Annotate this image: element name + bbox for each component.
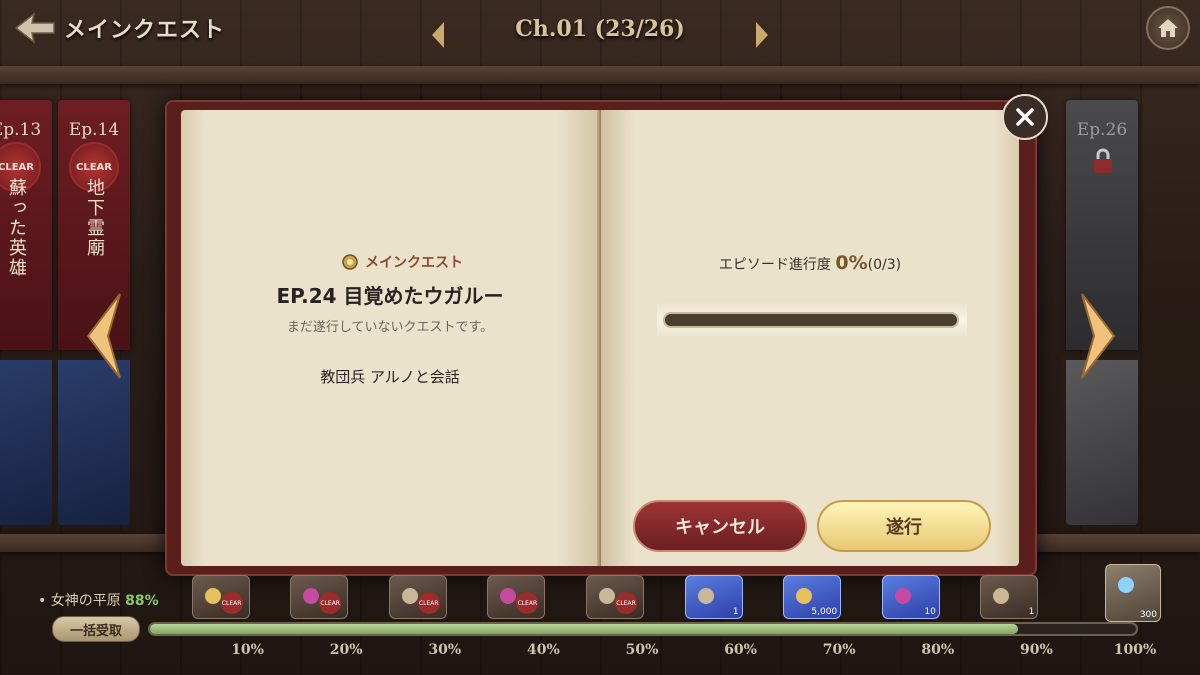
reward-gold[interactable]: 5,000 (783, 575, 842, 619)
quest-dialog: メインクエスト EP.24 目覚めたウガルー まだ遂行していないクエストです。 … (165, 100, 1037, 576)
book-ep13[interactable]: Ep.13 CLEAR 蘇った英雄 (0, 100, 52, 350)
reward-item[interactable]: 1 (980, 575, 1039, 619)
close-button[interactable] (1002, 94, 1048, 140)
reward-gold[interactable]: CLEAR (191, 575, 250, 619)
coin-icon (401, 588, 418, 604)
prev-episode-icon[interactable] (84, 292, 124, 380)
episode-title: EP.24 目覚めたウガルー (276, 284, 504, 308)
region-percent: 88% (125, 593, 159, 609)
home-button[interactable] (1146, 6, 1190, 50)
next-chapter-icon[interactable] (752, 20, 772, 50)
episode-progress (657, 302, 967, 338)
potion-icon (303, 588, 320, 604)
reward-count: 1 (732, 607, 739, 617)
region-name: 女神の平原 (50, 593, 121, 609)
book-ep-label: Ep.14 (68, 120, 120, 140)
next-episode-icon[interactable] (1078, 292, 1118, 380)
progress-percent: 0% (835, 252, 868, 274)
cancel-button[interactable]: キャンセル (633, 500, 807, 552)
gold-icon (796, 588, 813, 604)
region-progress: • 女神の平原 88% (38, 593, 159, 609)
quest-type-tag: メインクエスト (341, 252, 463, 272)
close-icon (1016, 108, 1034, 126)
tick-label: 90% (1019, 642, 1053, 658)
item-icon (599, 588, 615, 604)
tick-label: 70% (822, 642, 856, 658)
reward-count: 1 (1028, 607, 1035, 617)
gold-icon (204, 588, 221, 604)
tick-label: 80% (921, 642, 955, 658)
right-page: エピソード進行度 0%(0/3) キャンセル 遂行 (601, 110, 1019, 566)
reward-potion[interactable]: 10 (881, 575, 940, 619)
tick-label: 20% (329, 642, 363, 658)
book-ep-label: Ep.26 (1076, 120, 1128, 140)
progress-caption: エピソード進行度 (718, 257, 831, 273)
book-title: 蘇った英雄 (6, 178, 27, 278)
quest-emblem-icon (342, 254, 358, 270)
left-page: メインクエスト EP.24 目覚めたウガルー まだ遂行していないクエストです。 … (181, 110, 599, 566)
reward-crystal[interactable]: 1 (684, 575, 743, 619)
crystal-icon (697, 588, 714, 604)
progress-count: (0/3) (867, 257, 902, 273)
tick-label: 40% (526, 642, 560, 658)
reward-count: 10 (924, 607, 936, 617)
reward-count: 300 (1139, 610, 1157, 620)
episode-progress-label: エピソード進行度 0%(0/3) (601, 252, 1019, 274)
book-ep-label: Ep.13 (0, 120, 42, 140)
home-icon (1158, 19, 1178, 37)
potion-icon (500, 588, 517, 604)
region-progress-fill (150, 624, 1018, 634)
reward-potion[interactable]: CLEAR (290, 575, 349, 619)
reward-count: 5,000 (811, 607, 838, 617)
reward-coin[interactable]: CLEAR (388, 575, 447, 619)
book-cover (58, 360, 130, 525)
back-button[interactable]: メインクエスト (14, 10, 225, 46)
tick-label: 60% (724, 642, 757, 658)
reward-item[interactable]: CLEAR (586, 575, 644, 619)
chapter-title: Ch.01 (23/26) (515, 16, 685, 42)
quest-type-label: メインクエスト (365, 255, 463, 271)
episode-progress-bar (663, 312, 959, 328)
tick-label: 50% (625, 642, 659, 658)
tick-label: 30% (428, 642, 462, 658)
item-icon (993, 588, 1010, 604)
tick-label: 100% (1113, 642, 1157, 658)
book-cover (1066, 360, 1138, 525)
shelf-top (0, 66, 1200, 84)
reward-potion[interactable]: CLEAR (487, 575, 546, 619)
gem-icon (1118, 577, 1134, 593)
reward-gem[interactable]: 300 (1105, 564, 1161, 622)
episode-objective: 教団兵 アルノと会話 (320, 368, 460, 386)
potion-icon (894, 588, 911, 604)
lock-icon (1094, 148, 1112, 173)
book-title: 地下霊廟 (84, 178, 105, 258)
back-label: メインクエスト (64, 18, 226, 43)
book-cover (0, 360, 52, 525)
top-bar: メインクエスト Ch.01 (23/26) (0, 0, 1200, 64)
back-arrow-icon (14, 12, 55, 44)
episode-description: まだ遂行していないクエストです。 (286, 320, 494, 335)
tick-label: 10% (231, 642, 264, 658)
start-quest-button[interactable]: 遂行 (817, 500, 991, 552)
claim-all-button[interactable]: 一括受取 (52, 616, 140, 642)
region-progress-bar (148, 622, 1138, 636)
